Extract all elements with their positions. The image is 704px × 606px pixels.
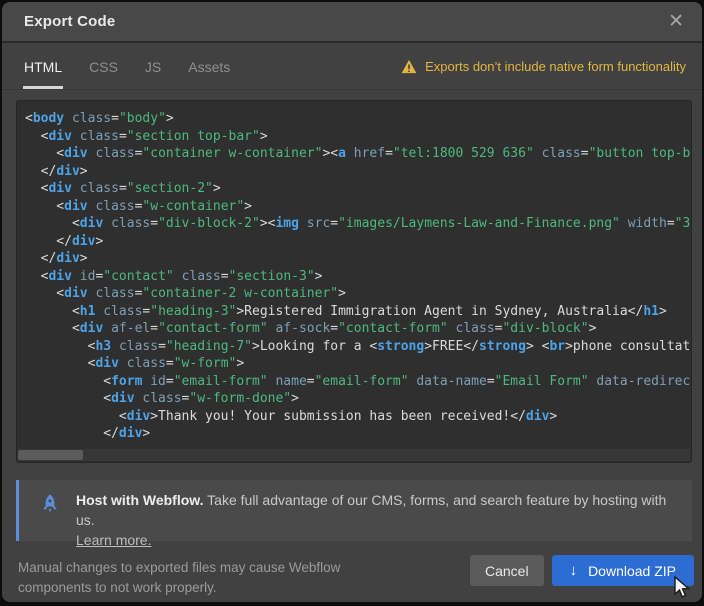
code-line: <div id="contact" class="section-3"> [25,268,691,286]
download-arrow-icon: ↓ [570,562,578,579]
code-line: <div class="w-form-done"> [25,390,691,408]
download-zip-label: Download ZIP [588,563,676,579]
code-line: </div> [25,425,691,443]
code-lines: <body class="body"> <div class="section … [17,101,691,450]
tab-assets[interactable]: Assets [188,44,230,89]
download-zip-button[interactable]: ↓ Download ZIP [552,555,694,586]
tab-css[interactable]: CSS [89,44,118,89]
tab-js[interactable]: JS [145,44,161,89]
tab-html[interactable]: HTML [24,44,62,89]
host-panel-bold-text: Host with Webflow. [76,492,204,508]
code-line: <div>Thank you! Your submission has been… [25,408,691,426]
code-line: <h3 class="heading-7">Looking for a <str… [25,338,691,356]
tabs-row: HTML CSS JS Assets Exports don’t include… [2,44,702,90]
modal-titlebar: Export Code ✕ [2,2,702,43]
code-line: <form id="email-form" name="email-form" … [25,373,691,391]
code-line: <div class="section top-bar"> [25,128,691,146]
host-panel-text: Host with Webflow. Take full advantage o… [76,490,678,550]
code-line: <div class="w-form"> [25,355,691,373]
code-line: <div class="w-container"> [25,198,691,216]
code-line: <div class="container-2 w-container"> [25,285,691,303]
warning-text: Exports don’t include native form functi… [425,59,686,74]
horizontal-scrollbar[interactable] [18,449,690,461]
code-line: <div class="div-block-2"><img src="image… [25,215,691,233]
code-line: <h1 class="heading-3">Registered Immigra… [25,303,691,321]
footer-disclaimer: Manual changes to exported files may cau… [18,558,408,598]
code-line: </div> [25,250,691,268]
export-code-modal: Export Code ✕ HTML CSS JS Assets Exports… [2,2,702,602]
code-editor[interactable]: <body class="body"> <div class="section … [16,100,692,463]
code-line: <body class="body"> [25,110,691,128]
modal-title: Export Code [24,13,115,30]
host-with-webflow-panel: Host with Webflow. Take full advantage o… [16,480,692,541]
warning-triangle-icon [401,59,417,74]
rocket-icon [39,493,61,515]
cancel-button[interactable]: Cancel [470,555,544,586]
footer-buttons: Cancel ↓ Download ZIP [470,555,694,586]
form-functionality-warning: Exports don’t include native form functi… [401,44,686,89]
code-line: </div> [25,163,691,181]
close-icon[interactable]: ✕ [668,12,684,31]
code-line: <div class="section-2"> [25,180,691,198]
code-line: </div> [25,233,691,251]
scrollbar-thumb[interactable] [18,450,83,460]
code-line: <div af-el="contact-form" af-sock="conta… [25,320,691,338]
learn-more-link[interactable]: Learn more. [76,532,151,548]
code-line: <div class="container w-container"><a hr… [25,145,691,163]
